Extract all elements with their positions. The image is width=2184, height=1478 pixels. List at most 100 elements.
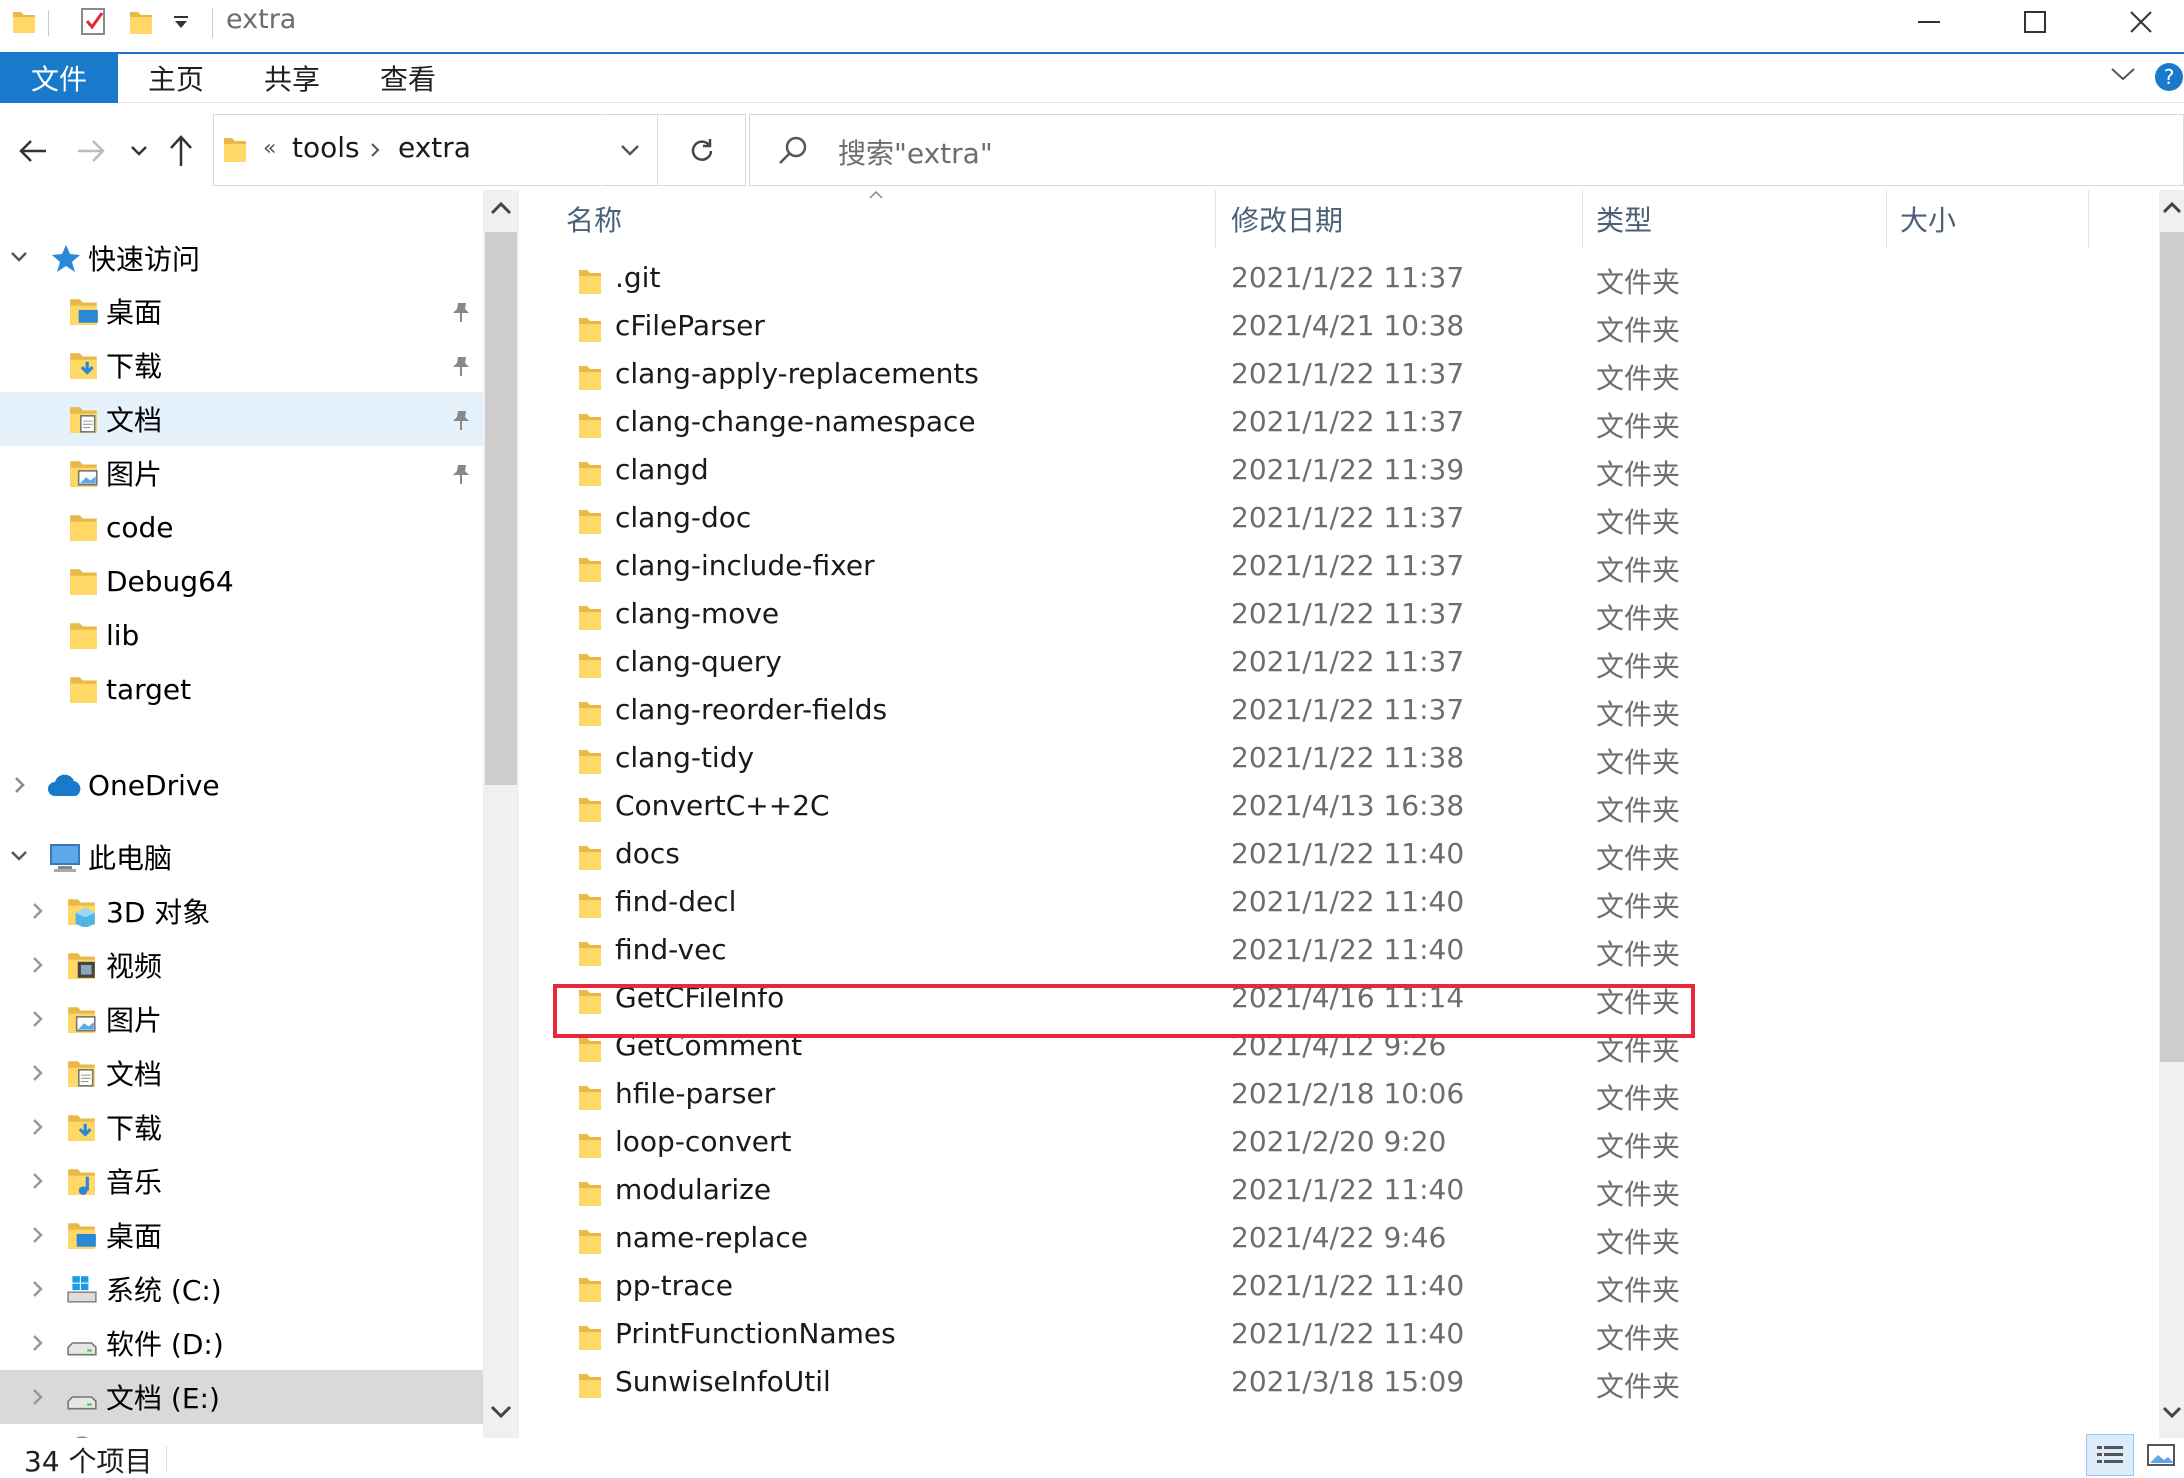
scroll-up-button[interactable] xyxy=(490,200,512,216)
tree-quick-access-item[interactable]: code xyxy=(0,500,483,554)
chevron-right-icon[interactable] xyxy=(32,1334,44,1352)
chevron-right-icon[interactable] xyxy=(32,1172,44,1190)
expand-ribbon-button[interactable] xyxy=(2110,66,2136,82)
file-row[interactable]: pp-trace 2021/1/22 11:40 文件夹 xyxy=(519,1264,2159,1312)
file-row[interactable]: name-replace 2021/4/22 9:46 文件夹 xyxy=(519,1216,2159,1264)
recent-locations-button[interactable] xyxy=(130,145,148,157)
tree-quick-access-item[interactable]: 文档 xyxy=(0,392,483,446)
customize-toolbar-icon[interactable] xyxy=(172,14,190,30)
minimize-button[interactable] xyxy=(1886,0,1972,44)
chevron-right-icon[interactable] xyxy=(14,776,26,794)
tab-home[interactable]: 主页 xyxy=(148,53,204,103)
scrollbar-thumb[interactable] xyxy=(485,232,517,785)
maximize-button[interactable] xyxy=(1992,0,2078,44)
file-row[interactable]: find-vec 2021/1/22 11:40 文件夹 xyxy=(519,928,2159,976)
tab-share[interactable]: 共享 xyxy=(264,53,320,103)
pin-icon[interactable] xyxy=(450,301,472,323)
file-row[interactable]: clang-move 2021/1/22 11:37 文件夹 xyxy=(519,592,2159,640)
tree-quick-access-item[interactable]: 图片 xyxy=(0,446,483,500)
up-button[interactable] xyxy=(168,134,194,168)
tree-quick-access-item[interactable]: lib xyxy=(0,608,483,662)
tree-this-pc[interactable]: 此电脑 xyxy=(0,830,483,884)
tree-quick-access[interactable]: 快速访问 xyxy=(0,231,483,285)
tree-this-pc-item[interactable]: 视频 xyxy=(0,938,483,992)
tree-this-pc-item[interactable]: 文档 (E:) xyxy=(0,1370,483,1424)
chevron-down-icon[interactable] xyxy=(10,251,28,263)
file-row[interactable]: hfile-parser 2021/2/18 10:06 文件夹 xyxy=(519,1072,2159,1120)
tab-file[interactable]: 文件 xyxy=(0,53,118,103)
tree-this-pc-item[interactable]: 文档 xyxy=(0,1046,483,1100)
tree-this-pc-item[interactable]: 系统 (C:) xyxy=(0,1262,483,1316)
tree-this-pc-item[interactable]: 下载 xyxy=(0,1100,483,1154)
file-name: pp-trace xyxy=(615,1269,733,1302)
scrollbar-thumb[interactable] xyxy=(2160,232,2184,1062)
file-row[interactable]: clang-reorder-fields 2021/1/22 11:37 文件夹 xyxy=(519,688,2159,736)
properties-icon[interactable] xyxy=(80,6,108,36)
file-row[interactable]: clang-apply-replacements 2021/1/22 11:37 文… xyxy=(519,352,2159,400)
tree-onedrive[interactable]: OneDrive xyxy=(0,758,483,812)
back-button[interactable] xyxy=(18,138,48,164)
tree-this-pc-item[interactable]: 图片 xyxy=(0,992,483,1046)
folder-icon xyxy=(577,1178,603,1208)
file-name: clang-apply-replacements xyxy=(615,357,979,390)
file-row[interactable]: SunwiseInfoUtil 2021/3/18 15:09 文件夹 xyxy=(519,1360,2159,1408)
tree-label: Debug64 xyxy=(106,564,234,598)
chevron-right-icon[interactable] xyxy=(32,1388,44,1406)
chevron-right-icon[interactable] xyxy=(32,1280,44,1298)
folder-icon xyxy=(577,842,603,872)
new-folder-icon[interactable] xyxy=(128,8,154,36)
pin-icon[interactable] xyxy=(450,409,472,431)
forward-button[interactable] xyxy=(76,138,106,164)
breadcrumb-extra[interactable]: extra xyxy=(398,131,471,164)
scroll-down-button[interactable] xyxy=(2162,1406,2182,1420)
chevron-right-icon[interactable] xyxy=(32,902,44,920)
tree-this-pc-item[interactable]: 3D 对象 xyxy=(0,884,483,938)
file-row[interactable]: .git 2021/1/22 11:37 文件夹 xyxy=(519,256,2159,304)
file-row[interactable]: clangd 2021/1/22 11:39 文件夹 xyxy=(519,448,2159,496)
chevron-right-icon[interactable] xyxy=(32,1010,44,1028)
chevron-right-icon[interactable] xyxy=(32,1226,44,1244)
large-icons-view-button[interactable] xyxy=(2140,1434,2182,1476)
file-name: clang-reorder-fields xyxy=(615,693,888,726)
scroll-up-button[interactable] xyxy=(2162,200,2182,214)
breadcrumb-tools[interactable]: tools xyxy=(292,131,360,164)
tree-quick-access-item[interactable]: 下载 xyxy=(0,338,483,392)
chevron-right-icon[interactable] xyxy=(32,956,44,974)
file-row[interactable]: clang-change-namespace 2021/1/22 11:37 文件夹 xyxy=(519,400,2159,448)
tree-label: 视频 xyxy=(106,950,163,983)
tree-label: 软件 (D:) xyxy=(106,1328,224,1361)
file-row[interactable]: loop-convert 2021/2/20 9:20 文件夹 xyxy=(519,1120,2159,1168)
file-row[interactable]: cFileParser 2021/4/21 10:38 文件夹 xyxy=(519,304,2159,352)
refresh-button[interactable] xyxy=(658,114,746,186)
close-button[interactable] xyxy=(2098,0,2184,44)
file-row[interactable]: modularize 2021/1/22 11:40 文件夹 xyxy=(519,1168,2159,1216)
chevron-down-icon[interactable] xyxy=(10,850,28,862)
file-name: clang-query xyxy=(615,645,782,678)
file-row[interactable]: clang-query 2021/1/22 11:37 文件夹 xyxy=(519,640,2159,688)
pin-icon[interactable] xyxy=(450,355,472,377)
pin-icon[interactable] xyxy=(450,463,472,485)
tree-quick-access-item[interactable]: Debug64 xyxy=(0,554,483,608)
file-row[interactable]: PrintFunctionNames 2021/1/22 11:40 文件夹 xyxy=(519,1312,2159,1360)
file-row[interactable]: docs 2021/1/22 11:40 文件夹 xyxy=(519,832,2159,880)
search-input[interactable]: 搜索"extra" xyxy=(838,132,993,172)
tree-this-pc-item[interactable]: 软件 (D:) xyxy=(0,1316,483,1370)
tab-view[interactable]: 查看 xyxy=(380,53,436,103)
tree-quick-access-item[interactable]: target xyxy=(0,662,483,716)
breadcrumb-overflow[interactable]: « xyxy=(263,136,276,161)
address-history-button[interactable] xyxy=(600,114,658,186)
file-row[interactable]: find-decl 2021/1/22 11:40 文件夹 xyxy=(519,880,2159,928)
file-row[interactable]: clang-doc 2021/1/22 11:37 文件夹 xyxy=(519,496,2159,544)
details-view-button[interactable] xyxy=(2086,1434,2134,1476)
scroll-down-button[interactable] xyxy=(490,1404,512,1420)
tree-this-pc-item[interactable]: 桌面 xyxy=(0,1208,483,1262)
file-row[interactable]: clang-include-fixer 2021/1/22 11:37 文件夹 xyxy=(519,544,2159,592)
folder-icon xyxy=(68,565,100,597)
file-row[interactable]: ConvertC++2C 2021/4/13 16:38 文件夹 xyxy=(519,784,2159,832)
chevron-right-icon[interactable] xyxy=(32,1118,44,1136)
chevron-right-icon[interactable] xyxy=(32,1064,44,1082)
file-row[interactable]: clang-tidy 2021/1/22 11:38 文件夹 xyxy=(519,736,2159,784)
tree-this-pc-item[interactable]: 音乐 xyxy=(0,1154,483,1208)
tree-quick-access-item[interactable]: 桌面 xyxy=(0,284,483,338)
help-button[interactable]: ? xyxy=(2154,62,2184,92)
